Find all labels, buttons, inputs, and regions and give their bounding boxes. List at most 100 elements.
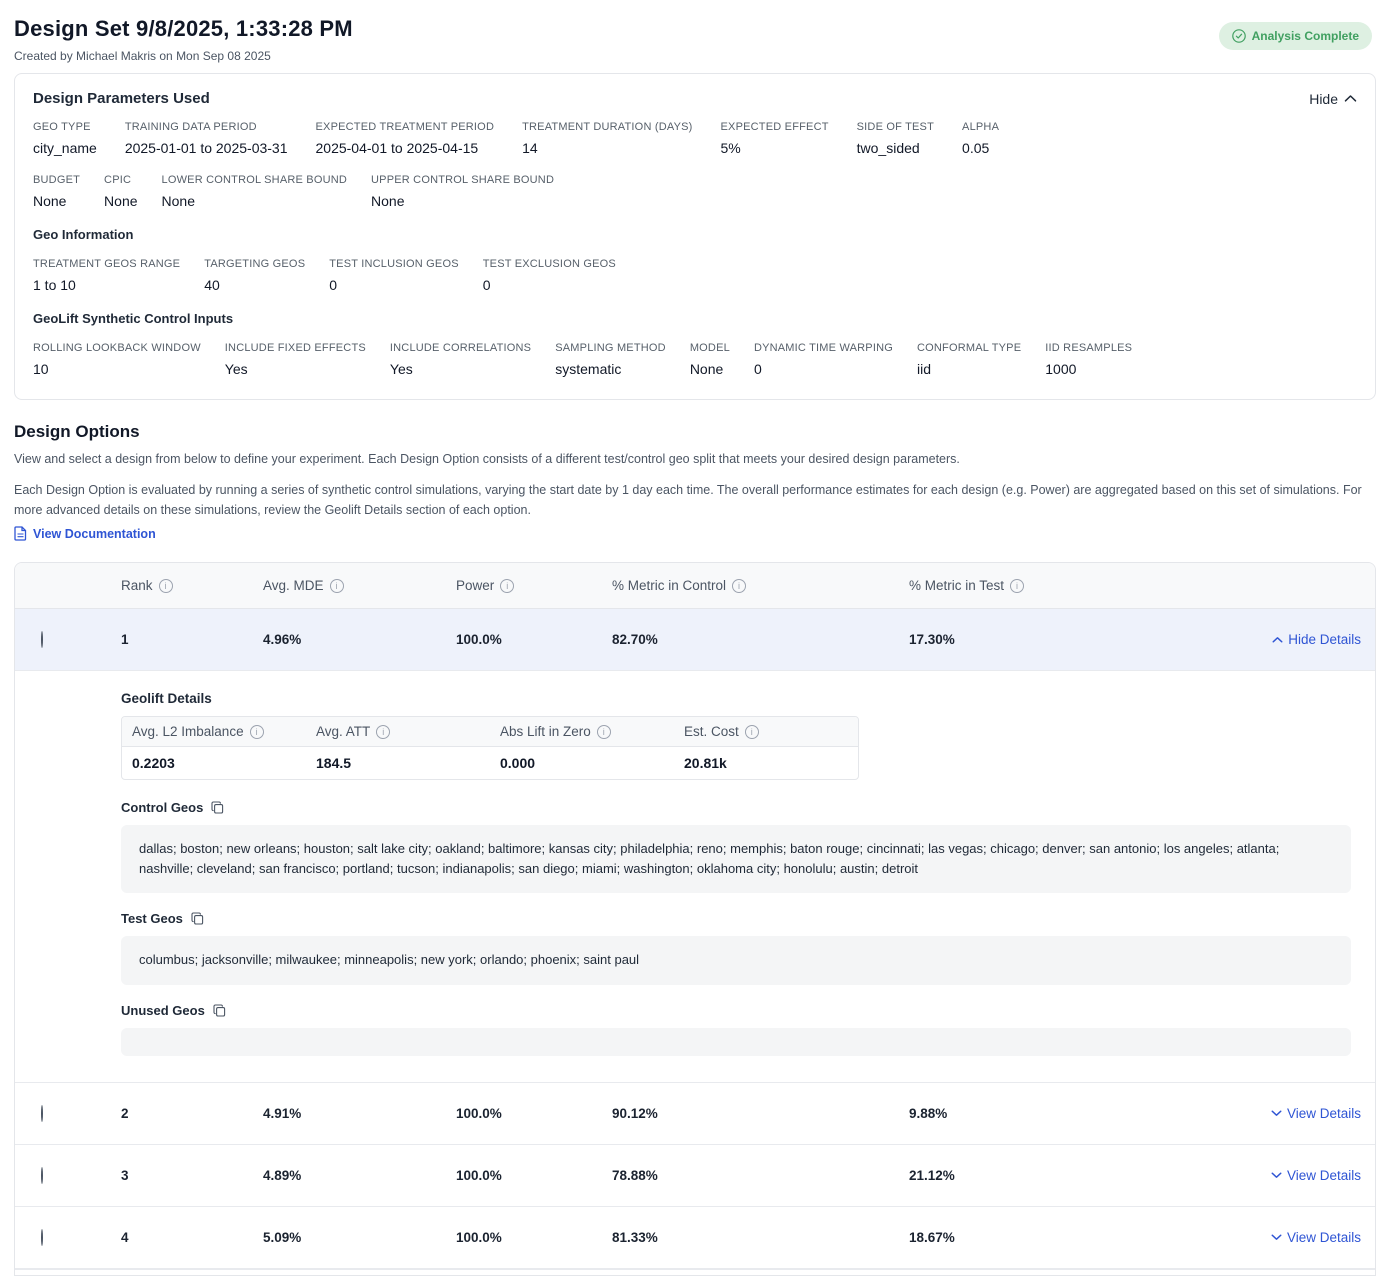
param-field: TEST EXCLUSION GEOS0 [483,258,616,293]
est-cost-value: 20.81k [674,747,858,779]
control-geos-list: dallas; boston; new orleans; houston; sa… [121,825,1351,893]
geolift-details-values: 0.2203 184.5 0.000 20.81k [122,747,858,779]
hide-details-button[interactable]: Hide Details [1205,632,1375,647]
table-header-row: Ranki Avg. MDEi Poweri % Metric in Contr… [15,563,1375,609]
geo-info-row: TREATMENT GEOS RANGE1 to 10 TARGETING GE… [33,258,1357,293]
power-cell: 100.0% [440,632,596,647]
info-icon[interactable]: i [745,725,759,739]
param-field: TEST INCLUSION GEOS0 [329,258,459,293]
test-cell: 18.67% [893,1230,1205,1245]
select-design-radio[interactable] [41,1167,43,1184]
design-options-description-1: View and select a design from below to d… [14,450,1376,469]
mde-cell: 4.96% [247,632,440,647]
col-rank: Ranki [105,578,247,593]
info-icon[interactable]: i [376,725,390,739]
info-icon[interactable]: i [597,725,611,739]
power-cell: 100.0% [440,1106,596,1121]
param-row-1: GEO TYPEcity_name TRAINING DATA PERIOD20… [33,121,1357,156]
design-options-section: Design Options View and select a design … [14,422,1376,546]
mde-cell: 4.89% [247,1168,440,1183]
power-cell: 100.0% [440,1168,596,1183]
param-field: EXPECTED TREATMENT PERIOD2025-04-01 to 2… [316,121,495,156]
rank-cell: 1 [105,632,247,647]
test-geos-label: Test Geos [121,911,1351,926]
param-field: SIDE OF TESTtwo_sided [857,121,934,156]
abs-lift-in-zero-value: 0.000 [490,747,674,779]
view-details-button[interactable]: View Details [1205,1230,1375,1245]
copy-icon[interactable] [211,801,224,814]
mde-cell: 4.91% [247,1106,440,1121]
hide-panel-button[interactable]: Hide [1309,91,1357,107]
page-title: Design Set 9/8/2025, 1:33:28 PM [14,16,1376,42]
info-icon[interactable]: i [1010,579,1024,593]
param-field: TRAINING DATA PERIOD2025-01-01 to 2025-0… [125,121,288,156]
geolift-details-header: Avg. L2 Imbalancei Avg. ATTi Abs Lift in… [122,717,858,747]
param-field: EXPECTED EFFECT5% [721,121,829,156]
control-cell: 78.88% [596,1168,893,1183]
document-icon [14,526,27,541]
table-row[interactable]: 2 4.91% 100.0% 90.12% 9.88% View Details [15,1083,1375,1145]
param-field: DYNAMIC TIME WARPING0 [754,342,893,377]
info-icon[interactable]: i [250,725,264,739]
param-row-2: BUDGETNone CPICNone LOWER CONTROL SHARE … [33,174,1357,209]
info-icon[interactable]: i [159,579,173,593]
param-field: SAMPLING METHODsystematic [555,342,666,377]
control-cell: 82.70% [596,632,893,647]
param-field: IID RESAMPLES1000 [1045,342,1132,377]
param-field: GEO TYPEcity_name [33,121,97,156]
avg-l2-imbalance-value: 0.2203 [122,747,306,779]
param-field: TARGETING GEOS40 [204,258,305,293]
test-geos-list: columbus; jacksonville; milwaukee; minne… [121,936,1351,984]
info-icon[interactable]: i [732,579,746,593]
table-row[interactable]: 4 5.09% 100.0% 81.33% 18.67% View Detail… [15,1207,1375,1269]
test-cell: 17.30% [893,632,1205,647]
chevron-down-icon [1271,1109,1282,1117]
rank-cell: 2 [105,1106,247,1121]
chevron-up-icon [1272,636,1283,644]
copy-icon[interactable] [191,912,204,925]
control-cell: 81.33% [596,1230,893,1245]
control-geos-label: Control Geos [121,800,1351,815]
select-design-radio[interactable] [41,631,43,648]
unused-geos-label: Unused Geos [121,1003,1351,1018]
param-field: ALPHA0.05 [962,121,999,156]
avg-att-value: 184.5 [306,747,490,779]
geolift-inputs-heading: GeoLift Synthetic Control Inputs [33,311,1357,326]
table-row[interactable]: 1 4.96% 100.0% 82.70% 17.30% Hide Detail… [15,609,1375,671]
info-icon[interactable]: i [330,579,344,593]
test-cell: 21.12% [893,1168,1205,1183]
col-avg-att: Avg. ATTi [306,717,490,746]
chevron-up-icon [1344,94,1357,103]
param-field: TREATMENT DURATION (DAYS)14 [522,121,692,156]
geolift-details-table: Avg. L2 Imbalancei Avg. ATTi Abs Lift in… [121,716,859,780]
col-avg-mde: Avg. MDEi [247,578,440,593]
select-design-radio[interactable] [41,1229,43,1246]
col-power: Poweri [440,578,596,593]
col-est-cost: Est. Costi [674,717,858,746]
col-avg-l2-imbalance: Avg. L2 Imbalancei [122,717,306,746]
rank-cell: 3 [105,1168,247,1183]
info-icon[interactable]: i [500,579,514,593]
design-parameters-panel: Design Parameters Used Hide GEO TYPEcity… [14,73,1376,400]
table-row[interactable]: 3 4.89% 100.0% 78.88% 21.12% View Detail… [15,1145,1375,1207]
view-documentation-label: View Documentation [33,527,156,541]
check-circle-icon [1232,29,1246,43]
test-cell: 9.88% [893,1106,1205,1121]
panel-title: Design Parameters Used [33,90,210,107]
col-metric-in-test: % Metric in Testi [893,578,1205,593]
mde-cell: 5.09% [247,1230,440,1245]
design-options-title: Design Options [14,422,1376,442]
select-design-radio[interactable] [41,1105,43,1122]
unused-geos-list [121,1028,1351,1056]
hide-panel-label: Hide [1309,91,1338,107]
geolift-details-title: Geolift Details [121,691,1351,706]
copy-icon[interactable] [213,1004,226,1017]
view-details-button[interactable]: View Details [1205,1106,1375,1121]
param-field: CONFORMAL TYPEiid [917,342,1021,377]
view-details-button[interactable]: View Details [1205,1168,1375,1183]
control-cell: 90.12% [596,1106,893,1121]
design-options-description-2: Each Design Option is evaluated by runni… [14,481,1376,520]
row-details-panel: Geolift Details Avg. L2 Imbalancei Avg. … [15,671,1375,1082]
view-documentation-link[interactable]: View Documentation [14,526,156,541]
chevron-down-icon [1271,1233,1282,1241]
